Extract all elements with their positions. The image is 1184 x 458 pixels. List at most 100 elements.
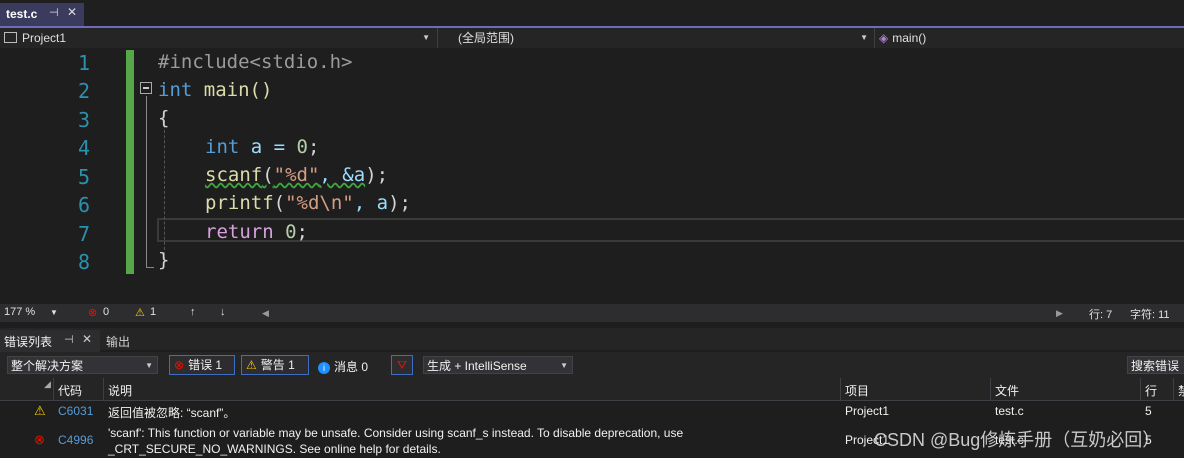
scope-combo[interactable]: 整个解决方案 ▼	[7, 356, 158, 374]
navigation-bar: Project1 ▼ (全局范围) ▼ ◈ main()	[0, 28, 1184, 49]
chevron-down-icon: ▼	[145, 361, 153, 370]
divider	[840, 378, 841, 400]
fold-line	[146, 96, 147, 268]
pin-icon[interactable]: ⊣	[64, 333, 74, 346]
scope-combo-value: 整个解决方案	[11, 359, 84, 373]
divider	[990, 378, 991, 400]
code-text: );	[388, 192, 411, 214]
column-header-file[interactable]: 文件	[995, 382, 1019, 399]
scope-dropdown[interactable]: (全局范围) ▼	[458, 28, 872, 48]
scroll-right-icon[interactable]: ▶	[1056, 308, 1063, 319]
tab-title: test.c	[6, 7, 38, 21]
column-header-line[interactable]: 行	[1145, 382, 1157, 399]
number-literal: 0	[285, 221, 297, 243]
error-count[interactable]: 0	[103, 306, 109, 318]
watermark: CSDN @Bug修炼手册（互奶必回）	[874, 430, 1161, 450]
divider	[874, 28, 875, 48]
error-code-link[interactable]: C4996	[58, 433, 93, 447]
fold-line-end	[146, 267, 154, 268]
chevron-down-icon: ▼	[422, 33, 430, 42]
errors-filter-button[interactable]: ⊗ 错误 1	[169, 355, 235, 375]
string-literal: "%d"	[273, 164, 320, 186]
error-file: test.c	[995, 404, 1024, 418]
warning-icon: ⚠	[246, 358, 257, 372]
code-text: ;	[296, 221, 308, 243]
error-description: 'scanf': This function or variable may b…	[108, 426, 684, 440]
error-code-link[interactable]: C6031	[58, 404, 93, 418]
chevron-down-icon[interactable]: ▼	[50, 308, 58, 317]
scroll-left-icon[interactable]: ◀	[262, 308, 269, 319]
column-indicator: 字符: 11	[1130, 309, 1170, 321]
function-dropdown[interactable]: ◈ main()	[879, 28, 1179, 48]
column-header-project[interactable]: 项目	[845, 382, 869, 399]
divider	[103, 378, 104, 400]
code-line-5: scanf("%d", &a);	[205, 164, 388, 186]
code-line-2: int main()	[158, 79, 272, 101]
code-editor[interactable]: 1 2 3 4 5 6 7 8 #include<stdio.h> int ma…	[0, 48, 1184, 304]
table-row[interactable]: ⚠ C6031 返回值被忽略: “scanf”。 Project1 test.c…	[0, 400, 1184, 422]
line-number: 7	[77, 222, 90, 246]
code-text: (	[262, 164, 274, 186]
build-combo[interactable]: 生成 + IntelliSense ▼	[423, 356, 573, 374]
errors-filter-label: 错误 1	[188, 358, 223, 372]
zoom-level[interactable]: 177 %	[4, 306, 35, 318]
document-tab-test-c[interactable]: test.c ⊣ ✕	[0, 3, 84, 26]
warning-count[interactable]: 1	[150, 306, 156, 318]
line-number: 4	[77, 136, 90, 160]
column-header-code[interactable]: 代码	[58, 382, 82, 399]
code-text: , a	[353, 192, 389, 214]
error-list-toolbar: 整个解决方案 ▼ ⊗ 错误 1 ⚠ 警告 1 i 消息 0 ⛛ 生成 + Intell…	[0, 352, 1184, 378]
divider	[1140, 378, 1141, 400]
code-line-8: }	[158, 249, 170, 271]
code-text: a =	[239, 136, 297, 158]
function-name: printf	[205, 192, 274, 214]
function-name: scanf	[205, 164, 263, 186]
search-placeholder: 搜索错误列表	[1131, 359, 1180, 373]
line-number: 6	[77, 193, 90, 217]
panel-tab-strip	[0, 328, 1184, 350]
code-text: );	[365, 164, 389, 186]
arrow-down-icon[interactable]: ↓	[220, 306, 226, 318]
divider	[1173, 378, 1174, 400]
tab-output[interactable]: 输出	[102, 330, 174, 350]
line-number: 5	[77, 165, 90, 189]
code-text: ;	[307, 136, 320, 158]
indent-guide	[164, 120, 165, 260]
warning-squiggle[interactable]: scanf("%d", &a	[205, 164, 365, 186]
code-line-4: int a = 0;	[205, 136, 319, 158]
column-header-suppression[interactable]: 禁	[1178, 382, 1184, 399]
filter-icon[interactable]: ⛛	[391, 355, 413, 375]
tab-output-label: 输出	[106, 335, 131, 349]
change-tracking-bar	[126, 50, 134, 274]
line-number: 3	[77, 108, 90, 132]
close-icon[interactable]: ✕	[67, 5, 77, 19]
warnings-filter-label: 警告 1	[260, 358, 295, 372]
line-number: 1	[77, 51, 90, 75]
error-icon: ⊗	[88, 307, 98, 319]
editor-status-bar: 177 % ▼ ⊗ 0 ⚠ 1 ↑ ↓ ◀ ▶ 行: 7 字符: 11	[0, 304, 1184, 322]
chevron-down-icon: ▼	[860, 33, 868, 42]
code-text: (	[273, 192, 286, 214]
project-dropdown[interactable]: Project1 ▼	[4, 28, 434, 48]
document-tab-bar	[0, 0, 1184, 28]
pin-icon[interactable]: ⊣	[49, 6, 59, 19]
warning-icon: ⚠	[135, 307, 145, 319]
messages-filter-button[interactable]: i 消息 0	[318, 358, 368, 375]
tab-error-list-label: 错误列表	[4, 335, 53, 349]
code-line-3: {	[158, 107, 170, 129]
string-literal: "%d\n"	[285, 192, 354, 214]
number-literal: 0	[296, 136, 308, 158]
tab-error-list[interactable]: 错误列表 ⊣ ✕	[0, 330, 100, 353]
column-header-description[interactable]: 说明	[108, 382, 132, 399]
project-icon	[4, 32, 17, 43]
scope-label: (全局范围)	[458, 31, 514, 45]
collapse-icon[interactable]	[140, 82, 152, 94]
warning-icon: ⚠	[34, 403, 46, 418]
arrow-up-icon[interactable]: ↑	[190, 306, 196, 318]
line-indicator: 行: 7	[1089, 309, 1113, 321]
warnings-filter-button[interactable]: ⚠ 警告 1	[241, 355, 309, 375]
chevron-down-icon: ▼	[560, 361, 568, 370]
search-error-list-input[interactable]: 搜索错误列表	[1127, 356, 1184, 374]
close-icon[interactable]: ✕	[82, 332, 92, 346]
